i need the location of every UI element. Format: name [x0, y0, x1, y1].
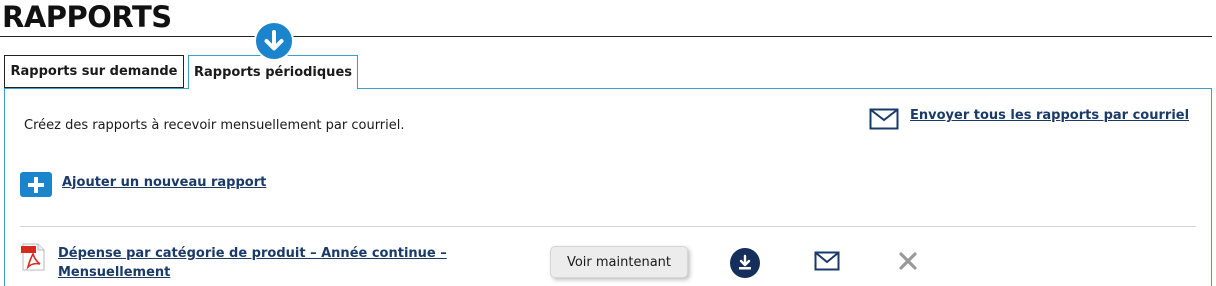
add-report-link[interactable]: Ajouter un nouveau rapport: [62, 175, 266, 190]
delete-icon[interactable]: [897, 250, 919, 272]
view-now-button[interactable]: Voir maintenant: [550, 246, 688, 278]
row-divider: [20, 226, 1196, 227]
title-divider: [0, 36, 1212, 37]
page-title: RAPPORTS: [2, 0, 172, 34]
mail-icon[interactable]: [869, 108, 899, 130]
send-all-reports-link[interactable]: Envoyer tous les rapports par courriel: [910, 108, 1189, 123]
intro-text: Créez des rapports à recevoir mensuellem…: [24, 118, 405, 133]
mail-icon[interactable]: [814, 251, 840, 271]
add-icon[interactable]: [20, 172, 52, 197]
download-icon[interactable]: [730, 248, 760, 278]
arrow-down-icon: [254, 21, 294, 61]
report-name-link[interactable]: Dépense par catégorie de produit – Année…: [58, 244, 458, 282]
pdf-icon: [20, 243, 46, 271]
tab-on-demand-reports[interactable]: Rapports sur demande: [4, 55, 184, 88]
